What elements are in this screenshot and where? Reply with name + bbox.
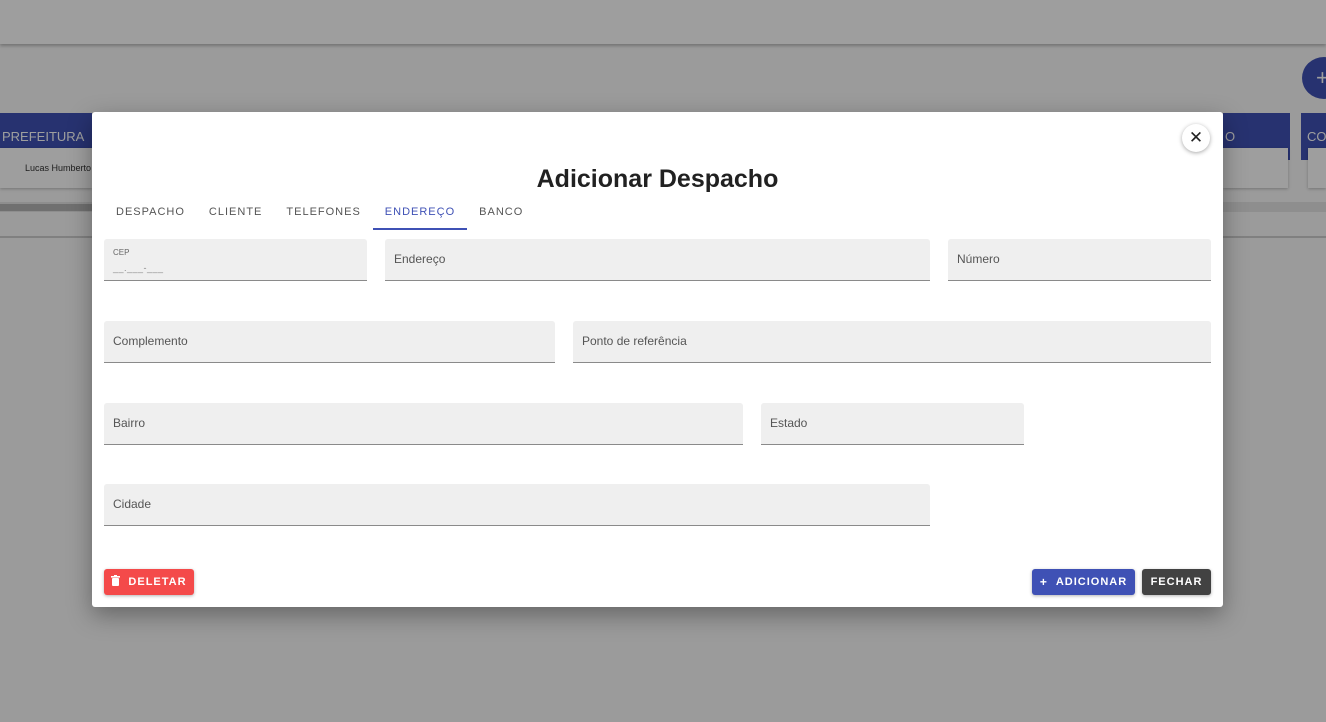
- reference-point-placeholder: Ponto de referência: [582, 334, 687, 348]
- neighborhood-field[interactable]: Bairro: [104, 403, 743, 445]
- neighborhood-placeholder: Bairro: [113, 416, 146, 430]
- close-label: FECHAR: [1150, 576, 1203, 588]
- add-label: ADICIONAR: [1055, 576, 1128, 588]
- address-field[interactable]: Endereço: [385, 239, 930, 281]
- delete-button[interactable]: DELETAR: [104, 569, 194, 595]
- state-field[interactable]: Estado: [761, 403, 1024, 445]
- tab-telefones[interactable]: TELEFONES: [274, 200, 372, 230]
- close-dialog-button[interactable]: ✕: [1182, 124, 1210, 152]
- cep-field[interactable]: CEP __.___-___: [104, 239, 367, 281]
- delete-label: DELETAR: [128, 576, 187, 588]
- tab-cliente[interactable]: CLIENTE: [197, 200, 274, 230]
- trash-icon: [111, 575, 121, 589]
- address-placeholder: Endereço: [394, 252, 446, 266]
- complement-field[interactable]: Complemento: [104, 321, 555, 363]
- city-field[interactable]: Cidade: [104, 484, 930, 526]
- close-icon: ✕: [1188, 128, 1204, 147]
- tab-despacho[interactable]: DESPACHO: [104, 200, 197, 230]
- close-button[interactable]: FECHAR: [1142, 569, 1211, 595]
- cep-label: CEP: [113, 248, 130, 257]
- state-placeholder: Estado: [770, 416, 808, 430]
- tab-banco[interactable]: BANCO: [467, 200, 535, 230]
- tab-endereco[interactable]: ENDEREÇO: [372, 200, 468, 230]
- add-button[interactable]: + ADICIONAR: [1032, 569, 1135, 595]
- reference-point-field[interactable]: Ponto de referência: [573, 321, 1211, 363]
- tab-bar: DESPACHO CLIENTE TELEFONES ENDEREÇO BANC…: [104, 200, 535, 230]
- dialog-title: Adicionar Despacho: [536, 165, 779, 193]
- number-field[interactable]: Número: [948, 239, 1211, 281]
- city-placeholder: Cidade: [113, 497, 152, 511]
- number-placeholder: Número: [957, 252, 1000, 266]
- complement-placeholder: Complemento: [113, 334, 188, 348]
- cep-mask: __.___-___: [113, 263, 164, 273]
- add-dispatch-dialog: ✕ Adicionar Despacho DESPACHO CLIENTE TE…: [92, 112, 1223, 607]
- plus-icon: +: [1039, 575, 1048, 589]
